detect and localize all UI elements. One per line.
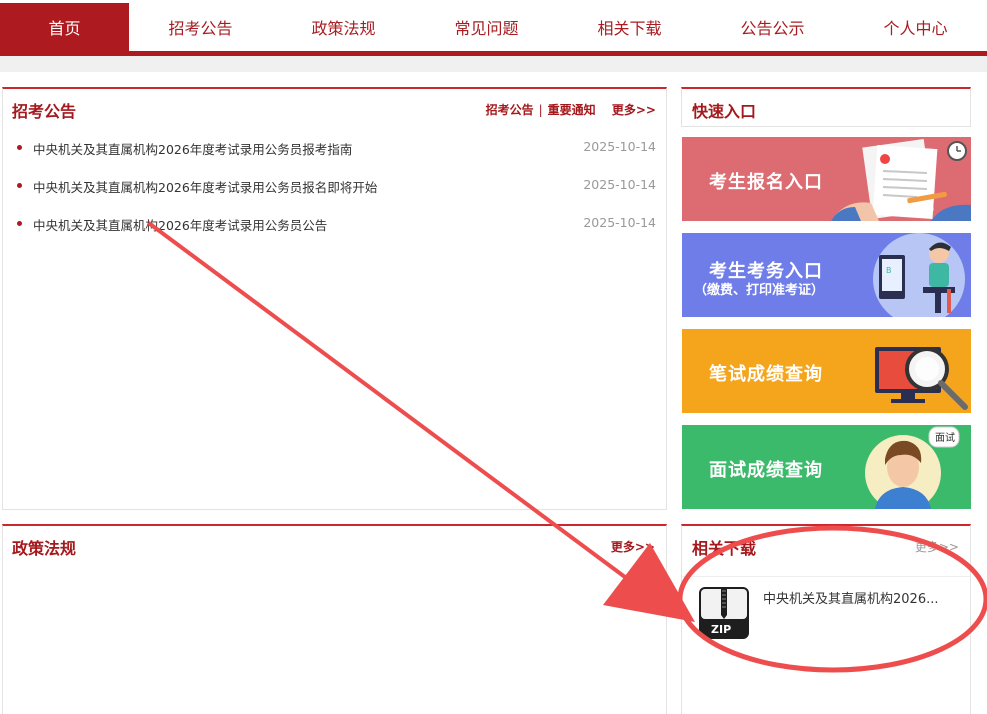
list-item[interactable]: 中央机关及其直属机构2026年度考试录用公务员报考指南 2025-10-14 [15,135,656,173]
tile-label: 考生报名入口 [709,172,823,193]
nav-personal-center[interactable]: 个人中心 [844,3,987,51]
svg-text:B: B [886,266,892,275]
item-date: 2025-10-14 [583,177,656,192]
tile-label: 笔试成绩查询 [709,364,823,385]
nav-home[interactable]: 首页 [0,3,129,51]
top-navigation: 首页 招考公告 政策法规 常见问题 相关下载 公告公示 个人中心 [0,0,987,56]
policy-panel: 政策法规 更多>> [2,524,667,714]
svg-text:面试: 面试 [935,431,955,444]
tile-registration-entry[interactable]: 考生报名入口 [682,137,971,221]
quick-entry-header: 快速入口 [681,87,971,127]
zip-file-icon: ZIP [699,587,749,639]
tile-label: 面试成绩查询 [709,460,823,481]
item-title[interactable]: 中央机关及其直属机构2026年度考试录用公务员报名即将开始 [33,177,377,196]
panel-links: 招考公告 | 重要通知 更多>> [486,101,656,118]
bullet-icon [17,145,22,150]
more-link[interactable]: 更多>> [915,538,959,555]
tile-sublabel: （缴费、打印准考证） [694,283,825,298]
announcement-list: 中央机关及其直属机构2026年度考试录用公务员报考指南 2025-10-14 中… [15,135,656,249]
item-title[interactable]: 中央机关及其直属机构2026年度考试录用公务员报考指南 [33,139,352,158]
panel-title: 相关下载 [692,539,757,558]
tile-written-score-query[interactable]: 笔试成绩查询 [682,329,971,413]
nav-shadow-strip [0,56,987,72]
panel-title: 快速入口 [692,102,757,121]
item-title[interactable]: 中央机关及其直属机构2026年度考试录用公务员公告 [33,215,327,234]
zip-label: ZIP [711,623,731,636]
nav-notices[interactable]: 公告公示 [701,3,844,51]
nav-items: 首页 招考公告 政策法规 常见问题 相关下载 公告公示 个人中心 [0,3,987,51]
bullet-icon [17,221,22,226]
link-important-notice[interactable]: 重要通知 [548,103,596,117]
nav-downloads[interactable]: 相关下载 [558,3,701,51]
nav-policies[interactable]: 政策法规 [272,3,415,51]
list-item[interactable]: 中央机关及其直属机构2026年度考试录用公务员报名即将开始 2025-10-14 [15,173,656,211]
panel-title: 政策法规 [12,539,77,558]
tile-exam-affairs-entry[interactable]: 考生考务入口 （缴费、打印准考证） B [682,233,971,317]
more-link[interactable]: 更多>> [612,103,656,117]
interview-person-icon: 面试 [865,426,960,509]
divider [682,576,970,577]
tile-interview-score-query[interactable]: 面试成绩查询 面试 [682,425,971,509]
nav-recruitment-announcements[interactable]: 招考公告 [129,3,272,51]
more-link[interactable]: 更多>> [611,538,655,555]
panel-title: 招考公告 [12,102,77,121]
magnifier-monitor-icon [875,347,968,410]
nav-faq[interactable]: 常见问题 [415,3,558,51]
list-item[interactable]: 中央机关及其直属机构2026年度考试录用公务员公告 2025-10-14 [15,211,656,249]
document-sign-icon [831,139,971,221]
download-item[interactable]: ZIP 中央机关及其直属机构2026... [697,585,967,641]
announcements-panel: 招考公告 招考公告 | 重要通知 更多>> 中央机关及其直属机构2026年度考试录用… [2,87,667,510]
item-date: 2025-10-14 [583,139,656,154]
download-file-name[interactable]: 中央机关及其直属机构2026... [763,588,938,607]
computer-user-icon: B [873,233,965,317]
link-recruitment[interactable]: 招考公告 [486,103,534,117]
bullet-icon [17,183,22,188]
separator: | [538,103,543,117]
item-date: 2025-10-14 [583,215,656,230]
